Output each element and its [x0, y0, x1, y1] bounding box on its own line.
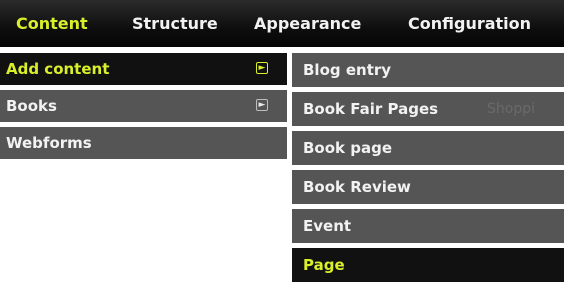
submenu-item-label: Book Review — [303, 178, 411, 196]
menu-item-webforms[interactable]: Webforms — [0, 127, 287, 159]
submenu-item-book-page[interactable]: Book page — [292, 131, 564, 165]
background-partial-text: Shoppi — [487, 101, 535, 117]
menu-item-label: Books — [6, 97, 57, 115]
tab-content[interactable]: Content — [16, 0, 88, 47]
menu-item-add-content[interactable]: Add content ► — [0, 53, 287, 85]
submenu-item-label: Book Fair Pages — [303, 100, 439, 118]
submenu-item-label: Book page — [303, 139, 393, 157]
submenu-item-label: Event — [303, 217, 352, 235]
menu-item-books[interactable]: Books ► — [0, 90, 287, 122]
content-dropdown-menu: Add content ► Books ► Webforms — [0, 53, 287, 164]
menu-item-label: Add content — [6, 60, 110, 78]
submenu-item-label: Blog entry — [303, 61, 392, 79]
add-content-submenu: Blog entry Book Fair Pages Shoppi Book p… — [292, 53, 564, 287]
submenu-arrow-icon: ► — [256, 99, 268, 111]
submenu-item-book-fair-pages[interactable]: Book Fair Pages Shoppi — [292, 92, 564, 126]
submenu-item-book-review[interactable]: Book Review — [292, 170, 564, 204]
menu-item-label: Webforms — [6, 134, 92, 152]
submenu-item-event[interactable]: Event — [292, 209, 564, 243]
tab-structure[interactable]: Structure — [132, 0, 218, 47]
submenu-item-label: Page — [303, 256, 345, 274]
admin-toolbar: Content Structure Appearance Configurati… — [0, 0, 564, 47]
tab-configuration[interactable]: Configuration — [408, 0, 531, 47]
submenu-item-page[interactable]: Page — [292, 248, 564, 282]
submenu-item-blog-entry[interactable]: Blog entry — [292, 53, 564, 87]
submenu-arrow-icon: ► — [256, 62, 268, 74]
tab-appearance[interactable]: Appearance — [254, 0, 361, 47]
